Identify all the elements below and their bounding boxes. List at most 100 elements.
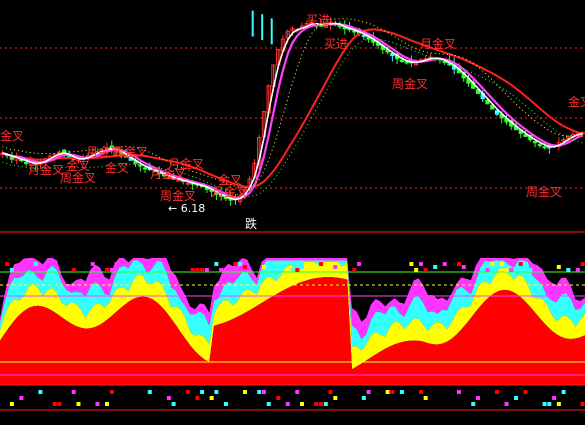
top-signal-block	[566, 268, 571, 272]
top-signal-block	[9, 268, 14, 272]
top-signal-block	[504, 268, 509, 272]
divider-label: 跌	[245, 216, 257, 231]
top-signal-block	[456, 262, 461, 266]
bottom-signal-block	[295, 390, 300, 394]
bottom-signal-block	[95, 402, 100, 406]
bottom-signal-block	[266, 402, 271, 406]
top-signal-block	[280, 262, 285, 266]
bottom-signal-block	[580, 402, 585, 406]
bottom-signal-block	[19, 396, 24, 400]
top-signal-block	[461, 265, 466, 269]
stock-chart: 跌 金叉月金叉周金叉金叉月金叉周金叉金叉 月金叉月金叉周金叉金叉月金叉买进买进 月金…	[0, 10, 585, 411]
bottom-signal-block	[195, 396, 200, 400]
bottom-signal-block	[390, 390, 395, 394]
top-signal-block	[357, 262, 362, 266]
top-signal-block	[5, 262, 10, 266]
bottom-signal-block	[52, 402, 57, 406]
top-signal-block	[238, 262, 243, 266]
top-signal-block	[233, 262, 238, 266]
bottom-signal-block	[185, 390, 190, 394]
bottom-signal-block	[399, 390, 404, 394]
candle-body	[404, 61, 409, 64]
signal-label-a9: 月金叉	[168, 156, 204, 171]
top-signal-block	[195, 268, 200, 272]
bottom-signal-block	[423, 396, 428, 400]
bottom-signal-block	[38, 390, 43, 394]
signal-label-a16: 周金叉	[392, 76, 428, 91]
bottom-signal-block	[276, 396, 281, 400]
top-signal-block	[556, 265, 561, 269]
bottom-signal-block	[333, 396, 338, 400]
top-signal-block	[33, 262, 38, 266]
top-signal-block	[214, 262, 219, 266]
top-signal-block	[528, 268, 533, 272]
top-signal-block	[105, 268, 110, 272]
bottom-signal-block	[361, 396, 366, 400]
bottom-signal-block	[209, 396, 214, 400]
top-signal-block	[352, 268, 357, 272]
chart-stage: 跌 金叉 月金叉 周金叉 金叉 月金叉 周金叉 金叉 月金叉 月金叉 周金叉 金叉 月金叉 买进 买进 月金…	[0, 0, 585, 425]
top-signal-block	[90, 262, 95, 266]
top-signal-block	[509, 268, 514, 272]
signal-label-a15: 月金叉	[420, 36, 456, 51]
signal-label-a10: 周金叉	[160, 188, 196, 203]
bottom-signal-block	[261, 390, 266, 394]
bottom-signal-block	[285, 402, 290, 406]
top-signal-block	[290, 268, 295, 272]
signal-label-a12: 月金叉	[212, 184, 248, 199]
candle-body	[337, 25, 343, 28]
candle-body	[185, 182, 191, 185]
bottom-signal-block	[471, 402, 476, 406]
bottom-signal-block	[242, 390, 247, 394]
candle-body	[361, 34, 367, 37]
top-signal-block	[261, 265, 266, 269]
bottom-signal-block	[542, 402, 547, 406]
signal-label-a18: 周金叉	[526, 184, 562, 199]
signal-label-a7: 金叉	[105, 160, 129, 175]
top-signal-block	[200, 268, 205, 272]
bottom-signal-block	[456, 390, 461, 394]
bottom-signal-block	[475, 396, 480, 400]
bottom-signal-block	[547, 402, 552, 406]
low-price-marker: ← 6.18	[168, 202, 205, 215]
top-signal-block	[190, 268, 195, 272]
top-signal-block	[333, 265, 338, 269]
signal-label-a17: 金叉	[568, 94, 585, 109]
candle-body	[399, 59, 405, 62]
bottom-signal-block	[214, 390, 219, 394]
bottom-signal-block	[523, 390, 528, 394]
top-signal-block	[518, 262, 523, 266]
signal-label-a14: 买进	[324, 37, 348, 51]
bottom-signal-block	[323, 402, 328, 406]
lower-panel	[0, 258, 585, 411]
top-signal-block	[319, 262, 324, 266]
candle-body	[9, 156, 15, 160]
bottom-signal-block	[71, 390, 76, 394]
bottom-signal-block	[257, 390, 262, 394]
bottom-signal-block	[314, 402, 319, 406]
bottom-signal-block	[9, 402, 14, 406]
bottom-signal-block	[223, 402, 228, 406]
signal-label-a4: 金叉	[66, 158, 90, 173]
bottom-signal-block	[171, 402, 176, 406]
top-signal-block	[442, 262, 447, 266]
top-signal-block	[423, 268, 428, 272]
bottom-signal-block	[319, 402, 324, 406]
top-signal-block	[499, 262, 504, 266]
bottom-signal-block	[200, 390, 205, 394]
bottom-signal-block	[418, 390, 423, 394]
top-signal-block	[300, 265, 305, 269]
bottom-signal-block	[385, 390, 390, 394]
signal-label-a1: 金叉	[0, 128, 24, 143]
top-signal-block	[433, 265, 438, 269]
signal-label-a6: 周金叉	[112, 144, 148, 159]
candle-body	[542, 146, 547, 149]
top-signal-block	[295, 268, 300, 272]
candle-body	[532, 141, 538, 144]
top-signal-block	[575, 268, 580, 272]
signal-label-a2: 月金叉	[28, 162, 64, 177]
top-signal-block	[414, 268, 419, 272]
top-signal-block	[219, 268, 224, 272]
candle-body	[142, 167, 148, 170]
bottom-signal-block	[166, 396, 171, 400]
